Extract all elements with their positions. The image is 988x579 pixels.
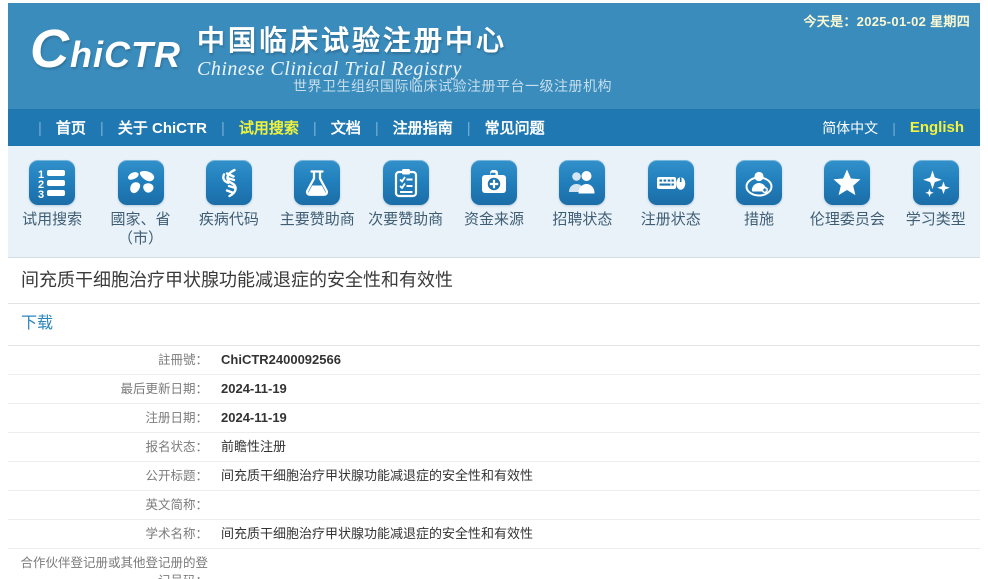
field-label: 最后更新日期： [8,380,208,398]
field-value: 2024-11-19 [208,380,980,398]
toolbar-item[interactable]: 措施 [715,146,803,257]
who-platform-line: 世界卫生组织国际临床试验注册平台一级注册机构 [293,76,612,96]
table-row: 合作伙伴登记册或其他登记册的登记号码： [8,549,980,579]
toolbar-tile[interactable] [206,160,252,205]
language-switcher: 简体中文 | English [822,118,964,138]
lang-separator: | [892,120,896,136]
download-link[interactable]: 下载 [21,315,53,332]
nav-item[interactable]: 常见问题 [453,117,545,138]
site-title-zh: 中国临床试验注册中心 [197,25,507,57]
keyboard-mouse-icon [655,167,687,199]
toolbar-tile[interactable] [913,160,959,205]
toolbar-item[interactable]: 招聘状态 [538,146,626,257]
trial-title: 间充质干细胞治疗甲状腺功能减退症的安全性和有效性 [8,258,980,304]
brand-titles: 中国临床试验注册中心 Chinese Clinical Trial Regist… [197,23,507,81]
toolbar-item[interactable]: 國家、省 （市） [96,146,184,257]
table-row: 注册日期： 2024-11-19 [8,404,980,433]
svg-text:3: 3 [38,189,44,199]
field-value: 2024-11-19 [208,409,980,427]
field-label: 注册日期： [8,409,208,427]
trial-detail-table: 註冊號： ChiCTR2400092566 最后更新日期： 2024-11-19… [8,346,980,579]
field-label: 报名状态： [8,438,208,456]
field-label: 学术名称： [8,525,208,543]
lang-zh-link[interactable]: 简体中文 [822,118,878,138]
download-row: 下载 [8,304,980,346]
field-value: 间充质干细胞治疗甲状腺功能减退症的安全性和有效性 [208,467,980,485]
list-123-icon: 123 [36,167,68,199]
toolbar-tile[interactable] [824,160,870,205]
star-icon [831,167,863,199]
toolbar-tile[interactable] [383,160,429,205]
field-label: 公开标题： [8,467,208,485]
toolbar-item[interactable]: 123 试用搜索 [8,146,96,257]
clipboard-icon [390,167,422,199]
dna-icon [213,167,245,199]
nav-item-label: 常见问题 [485,120,545,137]
sparkles-icon [920,167,952,199]
toolbar-item[interactable]: 学习类型 [892,146,980,257]
field-value: 前瞻性注册 [208,438,980,456]
toolbar-item-label: 措施 [715,210,803,229]
toolbar-tile[interactable] [736,160,782,205]
field-label: 英文简称： [8,496,208,514]
field-label: 註冊號： [8,351,208,369]
field-label: 合作伙伴登记册或其他登记册的登记号码： [8,554,208,579]
table-row: 报名状态： 前瞻性注册 [8,433,980,462]
nav-item[interactable]: 注册指南 [361,117,453,138]
nav-item[interactable]: 文档 [299,117,361,138]
main-nav: 首页 关于 ChiCTR 试用搜索 文档 注册指南 常见问题 简体中文 | En… [8,109,980,146]
field-value: 间充质干细胞治疗甲状腺功能减退症的安全性和有效性 [208,525,980,543]
toolbar-item[interactable]: 主要赞助商 [273,146,361,257]
toolbar-tile[interactable] [118,160,164,205]
nav-item-label: 试用搜索 [239,120,299,137]
toolbar-item[interactable]: 资金来源 [450,146,538,257]
nav-item-label: 文档 [331,120,361,137]
toolbar-item-label: 试用搜索 [8,210,96,229]
toolbar-item-label: 伦理委员会 [803,210,891,229]
table-row: 註冊號： ChiCTR2400092566 [8,346,980,375]
table-row: 公开标题： 间充质干细胞治疗甲状腺功能减退症的安全性和有效性 [8,462,980,491]
toolbar-item-label: 学习类型 [892,210,980,229]
today-date: 今天是：2025-01-02 星期四 [803,11,970,30]
toolbar-tile[interactable]: 123 [29,160,75,205]
nav-item[interactable]: 试用搜索 [207,117,299,138]
toolbar-item-label: 國家、省 （市） [96,210,184,248]
nav-item[interactable]: 首页 [24,117,86,138]
toolbar-item-label: 次要赞助商 [361,210,449,229]
doctor-icon [743,167,775,199]
toolbar-item-label: 疾病代码 [185,210,273,229]
nav-item[interactable]: 关于 ChiCTR [86,117,207,138]
table-row: 英文简称： [8,491,980,520]
field-value: ChiCTR2400092566 [208,351,980,369]
table-row: 最后更新日期： 2024-11-19 [8,375,980,404]
medical-bag-icon [478,167,510,199]
toolbar-item[interactable]: 伦理委员会 [803,146,891,257]
toolbar-tile[interactable] [648,160,694,205]
toolbar-tile[interactable] [471,160,517,205]
people-icon [566,167,598,199]
toolbar-item-label: 注册状态 [627,210,715,229]
nav-list: 首页 关于 ChiCTR 试用搜索 文档 注册指南 常见问题 [24,117,545,138]
flask-icon [301,167,333,199]
lang-en-link[interactable]: English [910,119,964,136]
page: 今天是：2025-01-02 星期四 ChiCTR 中国临床试验注册中心 Chi… [8,3,980,579]
nav-item-label: 首页 [56,120,86,137]
chictr-logo[interactable]: ChiCTR [30,23,181,81]
nav-item-label: 关于 ChiCTR [118,120,207,137]
world-map-icon [125,167,157,199]
table-row: 学术名称： 间充质干细胞治疗甲状腺功能减退症的安全性和有效性 [8,520,980,549]
toolbar-tile[interactable] [559,160,605,205]
toolbar-tile[interactable] [294,160,340,205]
site-header: 今天是：2025-01-02 星期四 ChiCTR 中国临床试验注册中心 Chi… [8,3,980,109]
toolbar-item-label: 主要赞助商 [273,210,361,229]
toolbar-item[interactable]: 次要赞助商 [361,146,449,257]
toolbar-item[interactable]: 疾病代码 [185,146,273,257]
brand[interactable]: ChiCTR 中国临床试验注册中心 Chinese Clinical Trial… [30,23,507,81]
toolbar-item-label: 资金来源 [450,210,538,229]
toolbar-item[interactable]: 注册状态 [627,146,715,257]
toolbar-item-label: 招聘状态 [538,210,626,229]
search-filter-toolbar: 123 试用搜索 國家、省 （市） 疾病代码 主要赞助商 次要赞助商 [8,146,980,258]
nav-item-label: 注册指南 [393,120,453,137]
